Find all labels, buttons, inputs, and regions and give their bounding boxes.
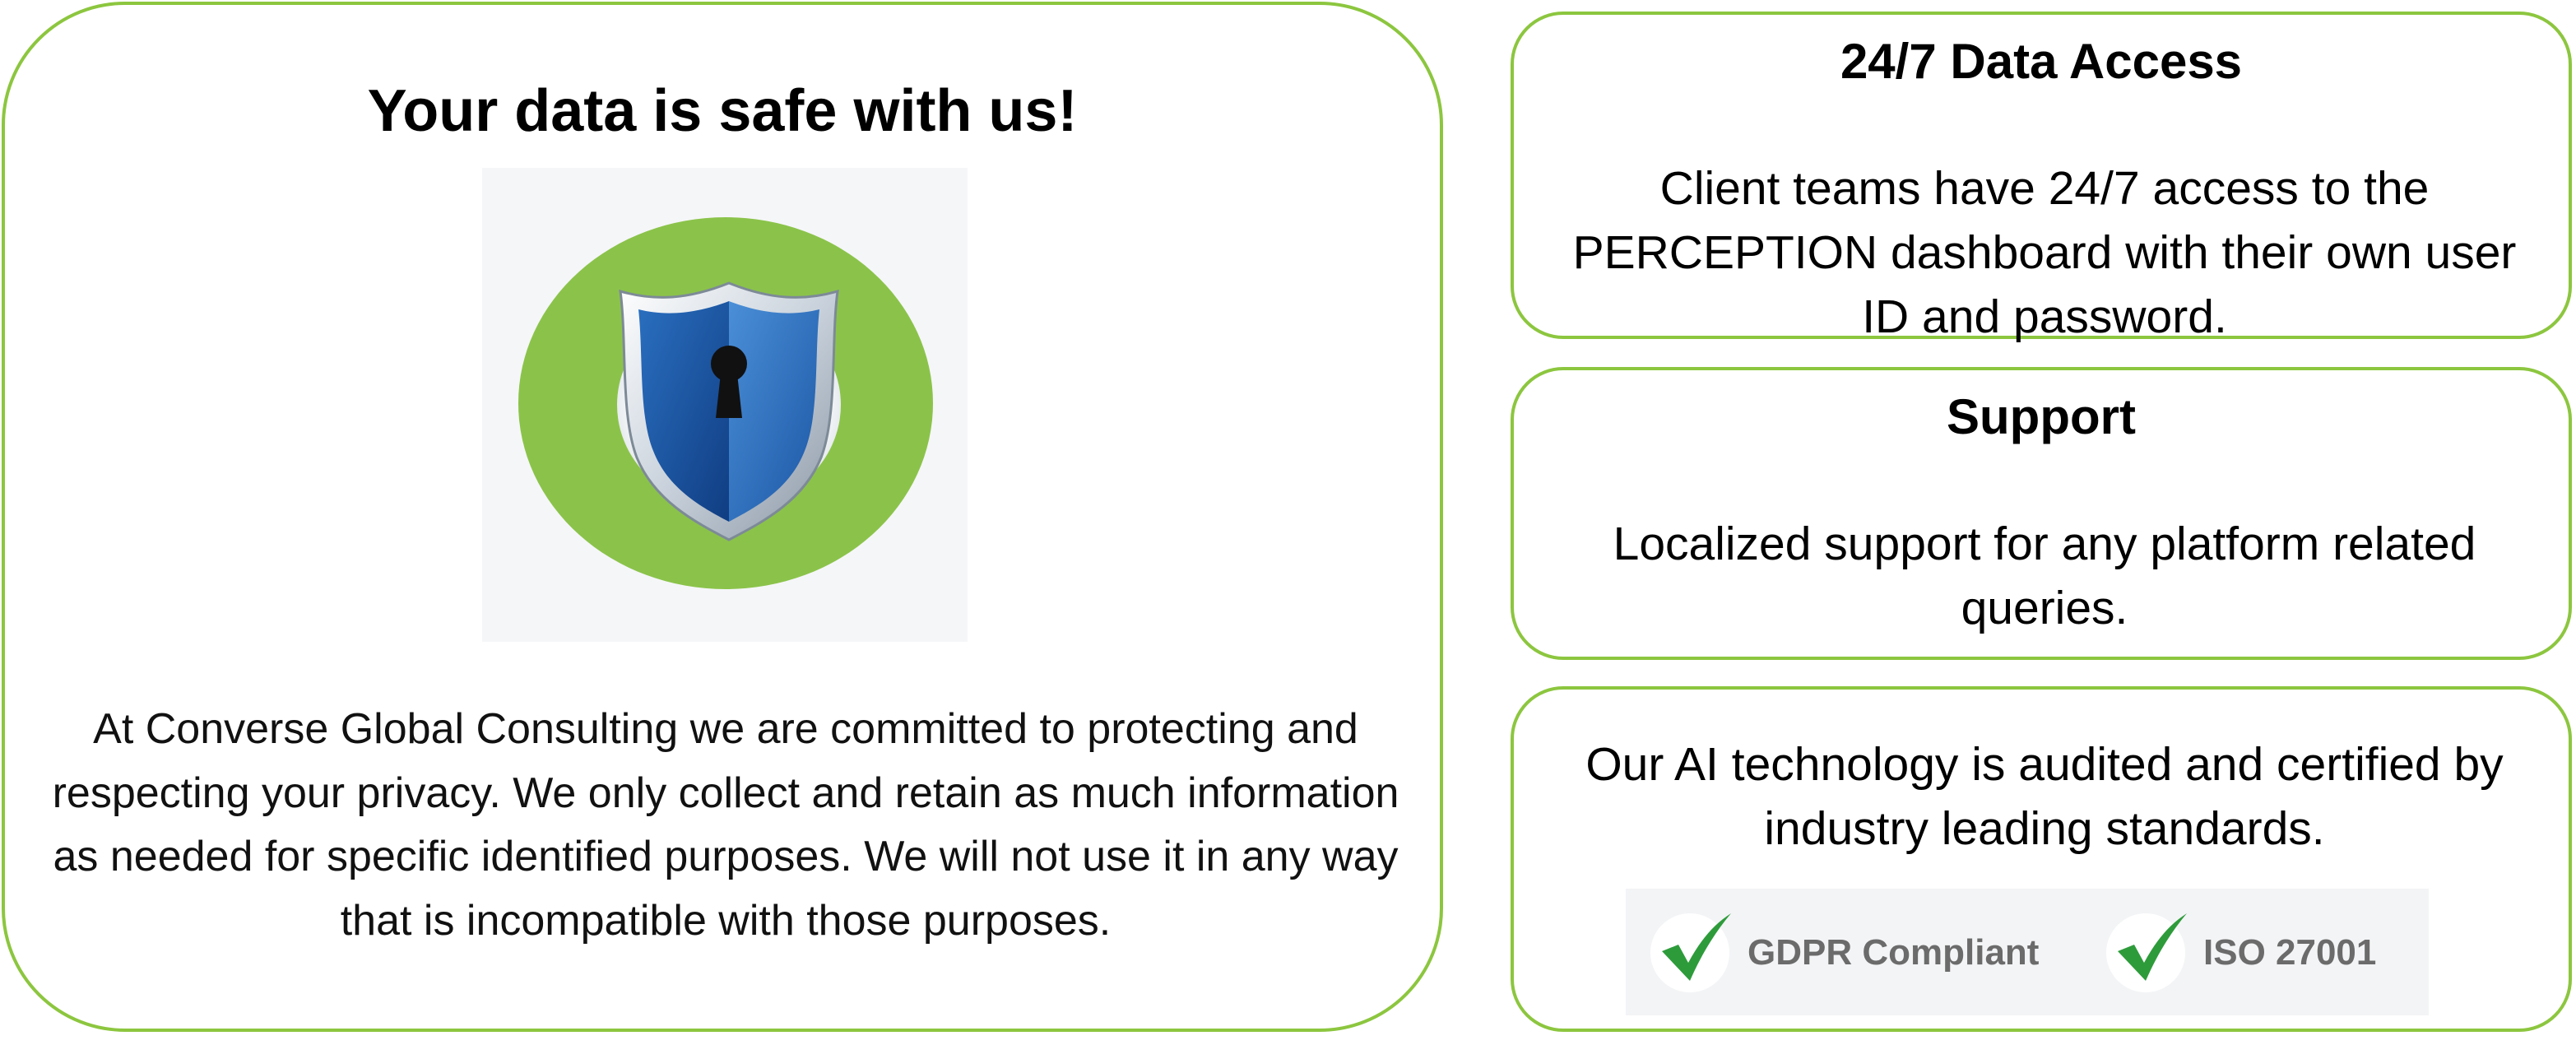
shield-image (482, 168, 968, 642)
gdpr-badge: GDPR Compliant (1650, 913, 2039, 992)
data-access-title: 24/7 Data Access (1840, 34, 2243, 89)
support-card: Support Localized support for any platfo… (1511, 367, 2572, 660)
privacy-card: Your data is safe with us! At Converse G… (2, 2, 1443, 1032)
shield-keyhole-icon (518, 217, 933, 589)
privacy-body: At Converse Global Consulting we are com… (52, 705, 1399, 945)
checkmark-icon (2106, 913, 2187, 992)
data-access-card: 24/7 Data Access Client teams have 24/7 … (1511, 12, 2572, 343)
iso-badge: ISO 27001 (2106, 913, 2376, 992)
gdpr-label: GDPR Compliant (1748, 932, 2040, 973)
checkmark-icon (1650, 913, 1731, 992)
ai-technology-body: Our AI technology is audited and certifi… (1585, 738, 2504, 855)
privacy-title: Your data is safe with us! (367, 78, 1078, 144)
data-access-body: Client teams have 24/7 access to the PER… (1572, 162, 2517, 343)
support-title: Support (1947, 389, 2136, 444)
ai-technology-card: Our AI technology is audited and certifi… (1511, 686, 2572, 1032)
certification-strip: GDPR Compliant ISO 27001 (1626, 889, 2429, 1015)
support-body: Localized support for any platform relat… (1613, 518, 2476, 634)
iso-label: ISO 27001 (2203, 932, 2377, 973)
